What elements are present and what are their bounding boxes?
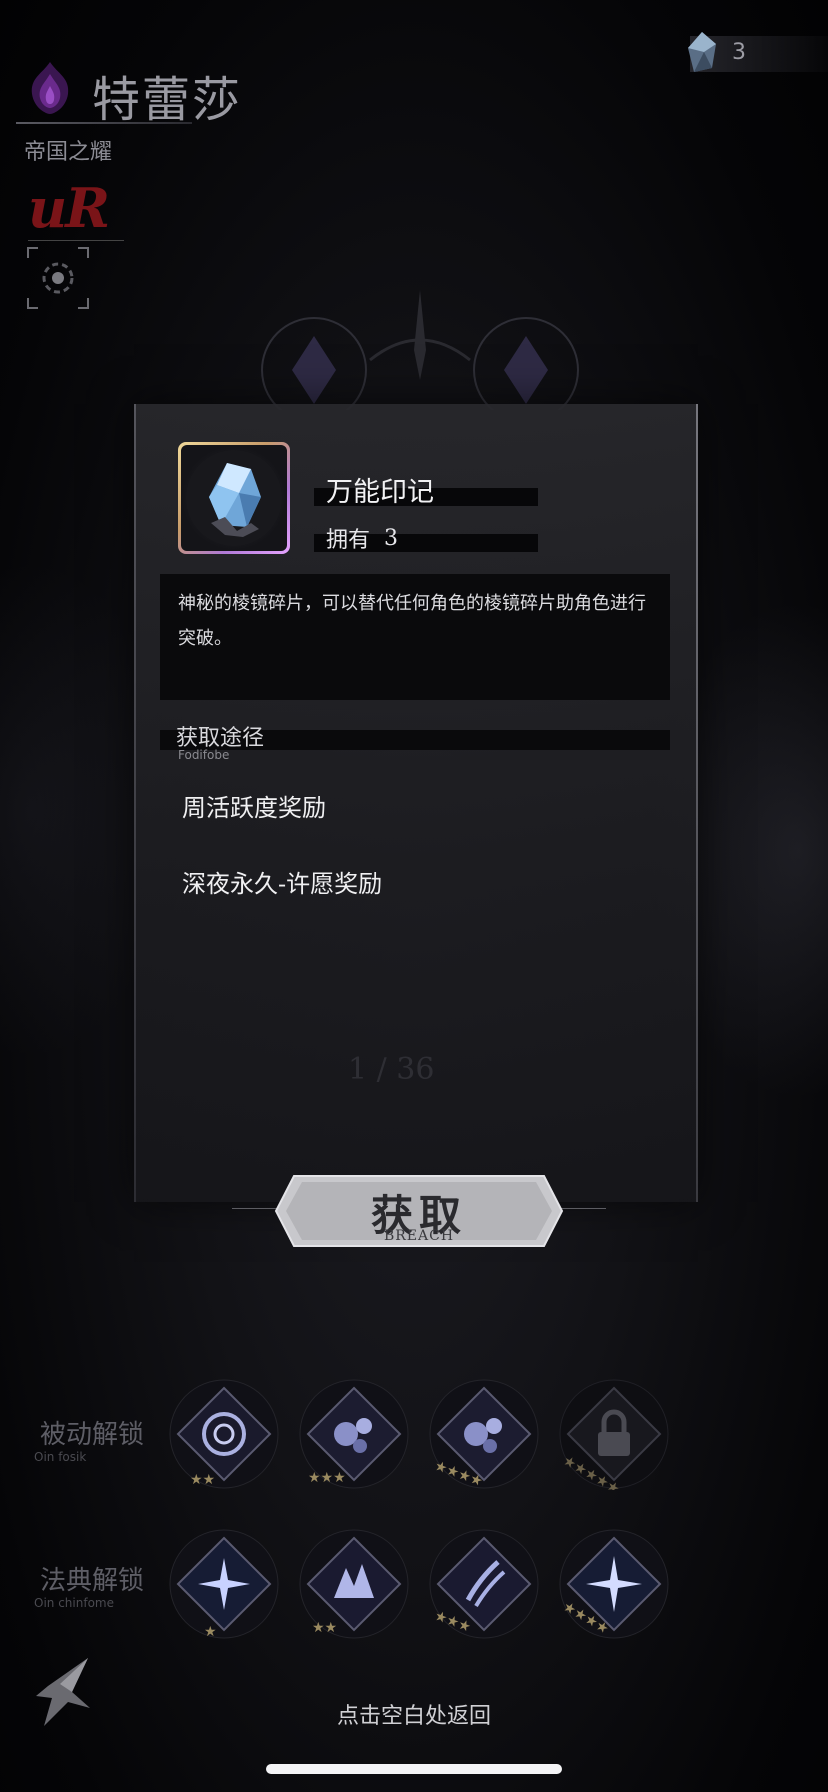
passive-unlock-sublabel: Oin fosik (34, 1450, 87, 1464)
ornament-decoration (261, 290, 579, 410)
owned-value: 3 (384, 526, 398, 551)
codex-unlock-sublabel: Oin chinfome (34, 1596, 114, 1610)
star-burst-skill-icon: ★ (169, 1529, 279, 1640)
explosion-skill-icon: ★★ (299, 1529, 409, 1639)
name-underline (16, 122, 192, 124)
acquire-button-sublabel: BREACH (383, 1228, 455, 1244)
passive-unlock-label: 被动解锁 (40, 1420, 145, 1450)
dark-flame-emblem-icon (31, 62, 69, 114)
owned-label: 拥有 (326, 528, 371, 553)
svg-text:★: ★ (204, 1624, 217, 1640)
tap-to-return-hint: 点击空白处返回 (336, 1704, 491, 1729)
codex-skill-4[interactable]: ★★★★ (558, 1528, 670, 1640)
codex-skill-2[interactable]: ★★ (298, 1528, 410, 1640)
currency-value: 3 (732, 40, 746, 65)
passive-skill-2[interactable]: ★★★ (298, 1378, 410, 1490)
svg-text:★★: ★★ (190, 1472, 215, 1488)
panel-edge-right (696, 404, 698, 1202)
passive-skill-3[interactable]: ★★★★ (428, 1378, 540, 1490)
swirl-skill-icon: ★★ (169, 1379, 279, 1489)
passive-skill-4-locked[interactable]: ★★★★★ (558, 1378, 670, 1498)
home-indicator[interactable] (266, 1764, 562, 1774)
character-name: 特蕾莎 (92, 72, 243, 128)
blue-crystal-icon (186, 450, 282, 546)
crystal-shard-icon (688, 32, 716, 72)
item-description: 神秘的棱镜碎片，可以替代任何角色的棱镜碎片助角色进行突破。 (178, 593, 646, 649)
rarity-badge: uR (28, 176, 110, 240)
panel-edge-left (134, 404, 136, 1202)
svg-text:★★: ★★ (312, 1620, 337, 1636)
acquisition-subtitle: Fodifobe (178, 748, 230, 762)
source-weekly-activity[interactable]: 周活跃度奖励 (182, 788, 326, 823)
svg-text:★★★: ★★★ (308, 1470, 346, 1486)
lock-icon: ★★★★★ (559, 1379, 669, 1498)
codex-skill-1[interactable]: ★ (168, 1528, 280, 1640)
character-title: 帝国之耀 (24, 140, 113, 165)
acquire-button[interactable]: 获取 BREACH (274, 1174, 564, 1248)
passive-skill-1[interactable]: ★★ (168, 1378, 280, 1490)
source-wish-reward[interactable]: 深夜永久-许愿奖励 (182, 864, 382, 899)
item-icon-frame (178, 442, 290, 554)
bubble-skill-icon: ★★★ (299, 1379, 409, 1489)
background-shard-count: 1 / 36 (348, 1052, 435, 1087)
rarity-divider (28, 240, 124, 241)
codex-unlock-label: 法典解锁 (40, 1566, 145, 1596)
star-burst-skill-icon: ★★★★ (559, 1529, 669, 1639)
target-frame-icon[interactable] (26, 246, 90, 310)
item-name: 万能印记 (326, 477, 434, 508)
codex-skill-3[interactable]: ★★★ (428, 1528, 540, 1640)
bubble-skill-icon: ★★★★ (429, 1379, 539, 1490)
claw-skill-icon: ★★★ (429, 1529, 539, 1639)
